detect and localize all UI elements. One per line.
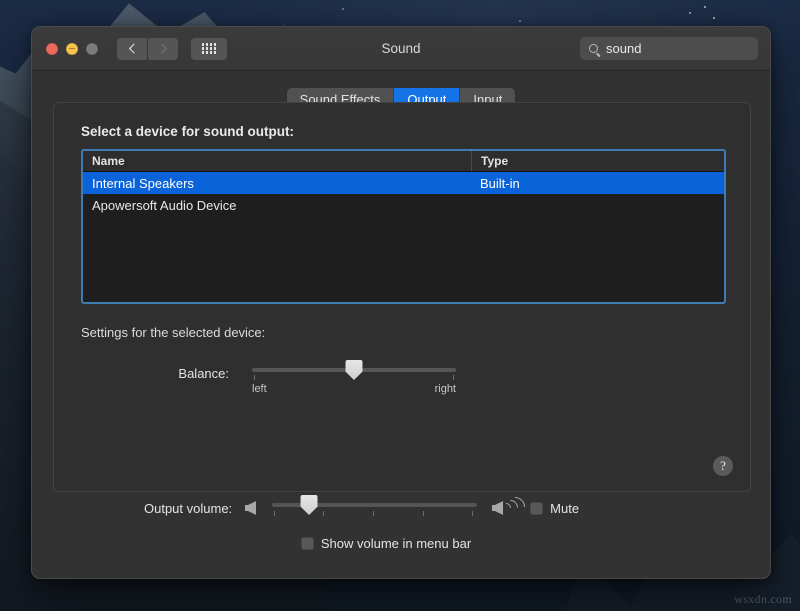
zoom-button[interactable] <box>86 43 98 55</box>
device-name: Apowersoft Audio Device <box>83 198 471 213</box>
show-all-preferences-button[interactable] <box>191 38 227 60</box>
chevron-left-icon <box>128 44 138 54</box>
output-volume-row: Output volume: <box>32 497 770 519</box>
back-button[interactable] <box>117 38 147 60</box>
mute-label: Mute <box>550 501 579 516</box>
output-device-list[interactable]: Name Type Internal Speakers Built-in Apo… <box>81 149 726 304</box>
mute-checkbox-row[interactable]: Mute <box>530 501 579 516</box>
star <box>342 8 344 10</box>
balance-label: Balance: <box>81 362 229 381</box>
show-volume-in-menu-bar-label: Show volume in menu bar <box>321 536 471 551</box>
balance-end-labels: left right <box>252 383 456 395</box>
show-volume-menu-bar-row[interactable]: Show volume in menu bar <box>32 536 770 551</box>
device-prompt-label: Select a device for sound output: <box>81 124 750 139</box>
balance-slider-track[interactable] <box>252 368 456 372</box>
device-list-header: Name Type <box>83 151 724 172</box>
output-volume-label: Output volume: <box>144 501 232 516</box>
grid-dots-icon <box>202 43 217 54</box>
search-input[interactable] <box>606 41 771 56</box>
mute-checkbox[interactable] <box>530 502 543 515</box>
forward-button[interactable] <box>148 38 178 60</box>
star <box>689 12 691 14</box>
window-titlebar: Sound <box>32 27 770 71</box>
minimize-button[interactable] <box>66 43 78 55</box>
sound-preferences-window: Sound Sound Effects Output Input Select … <box>31 26 771 579</box>
table-row[interactable]: Apowersoft Audio Device <box>83 194 724 216</box>
speaker-mute-icon <box>245 501 258 515</box>
balance-tick-marks <box>252 375 456 382</box>
navigation-buttons <box>117 38 178 60</box>
balance-control-row: Balance: left right <box>54 362 750 395</box>
output-volume-track[interactable] <box>272 503 477 507</box>
output-volume-tick-marks <box>272 511 477 519</box>
column-header-name[interactable]: Name <box>83 154 471 168</box>
chevron-right-icon <box>157 44 167 54</box>
table-row[interactable]: Internal Speakers Built-in <box>83 172 724 194</box>
show-volume-in-menu-bar-checkbox[interactable] <box>301 537 314 550</box>
settings-section-label: Settings for the selected device: <box>81 325 750 340</box>
watermark: wsxdn.com <box>734 592 792 607</box>
balance-slider[interactable]: left right <box>252 362 456 395</box>
help-button[interactable]: ? <box>713 456 733 476</box>
traffic-light-group <box>46 43 98 55</box>
balance-right-label: right <box>435 383 456 395</box>
speaker-waves-icon <box>492 500 522 516</box>
device-name: Internal Speakers <box>83 176 471 191</box>
star <box>713 17 715 19</box>
star <box>704 6 706 8</box>
device-type: Built-in <box>471 176 724 191</box>
output-volume-section: Output volume: <box>32 497 770 551</box>
search-icon <box>589 44 598 53</box>
desktop-background: wsxdn.com Sound <box>0 0 800 611</box>
output-settings-panel: Select a device for sound output: Name T… <box>53 102 751 492</box>
column-header-type[interactable]: Type <box>471 151 724 171</box>
search-field[interactable] <box>580 37 758 60</box>
balance-left-label: left <box>252 383 267 395</box>
close-button[interactable] <box>46 43 58 55</box>
star <box>519 20 521 22</box>
output-volume-slider[interactable] <box>272 497 477 519</box>
